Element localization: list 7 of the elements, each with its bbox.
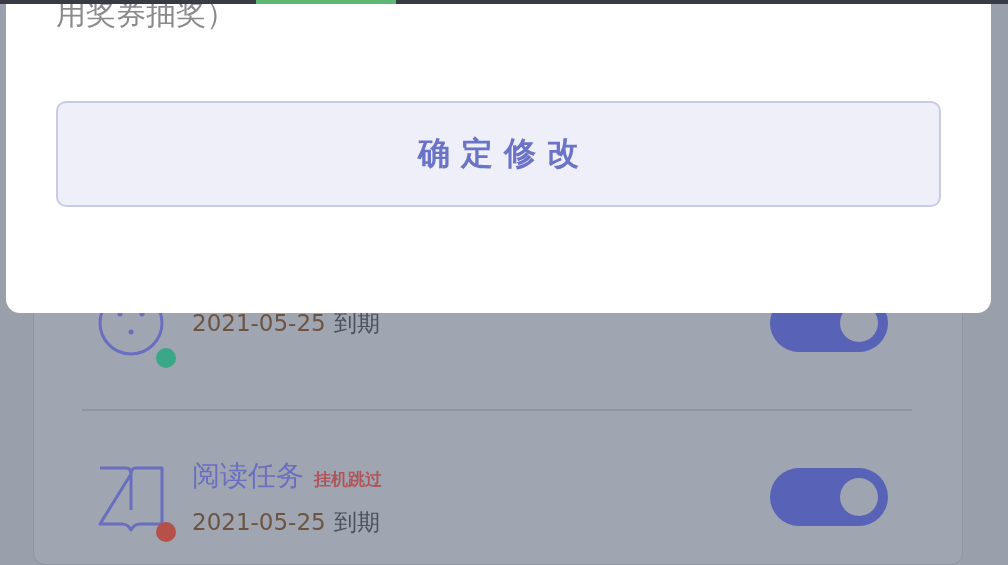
- toggle-switch[interactable]: [770, 468, 888, 526]
- task-tag: 挂机跳过: [314, 467, 382, 491]
- confirm-button[interactable]: 确 定 修 改: [56, 101, 941, 207]
- expiry-date: 2021-05-25: [192, 309, 326, 336]
- expiry-label: 到期: [333, 507, 380, 537]
- expiry-date: 2021-05-25: [192, 508, 326, 535]
- expiry-label: 到期: [333, 308, 380, 338]
